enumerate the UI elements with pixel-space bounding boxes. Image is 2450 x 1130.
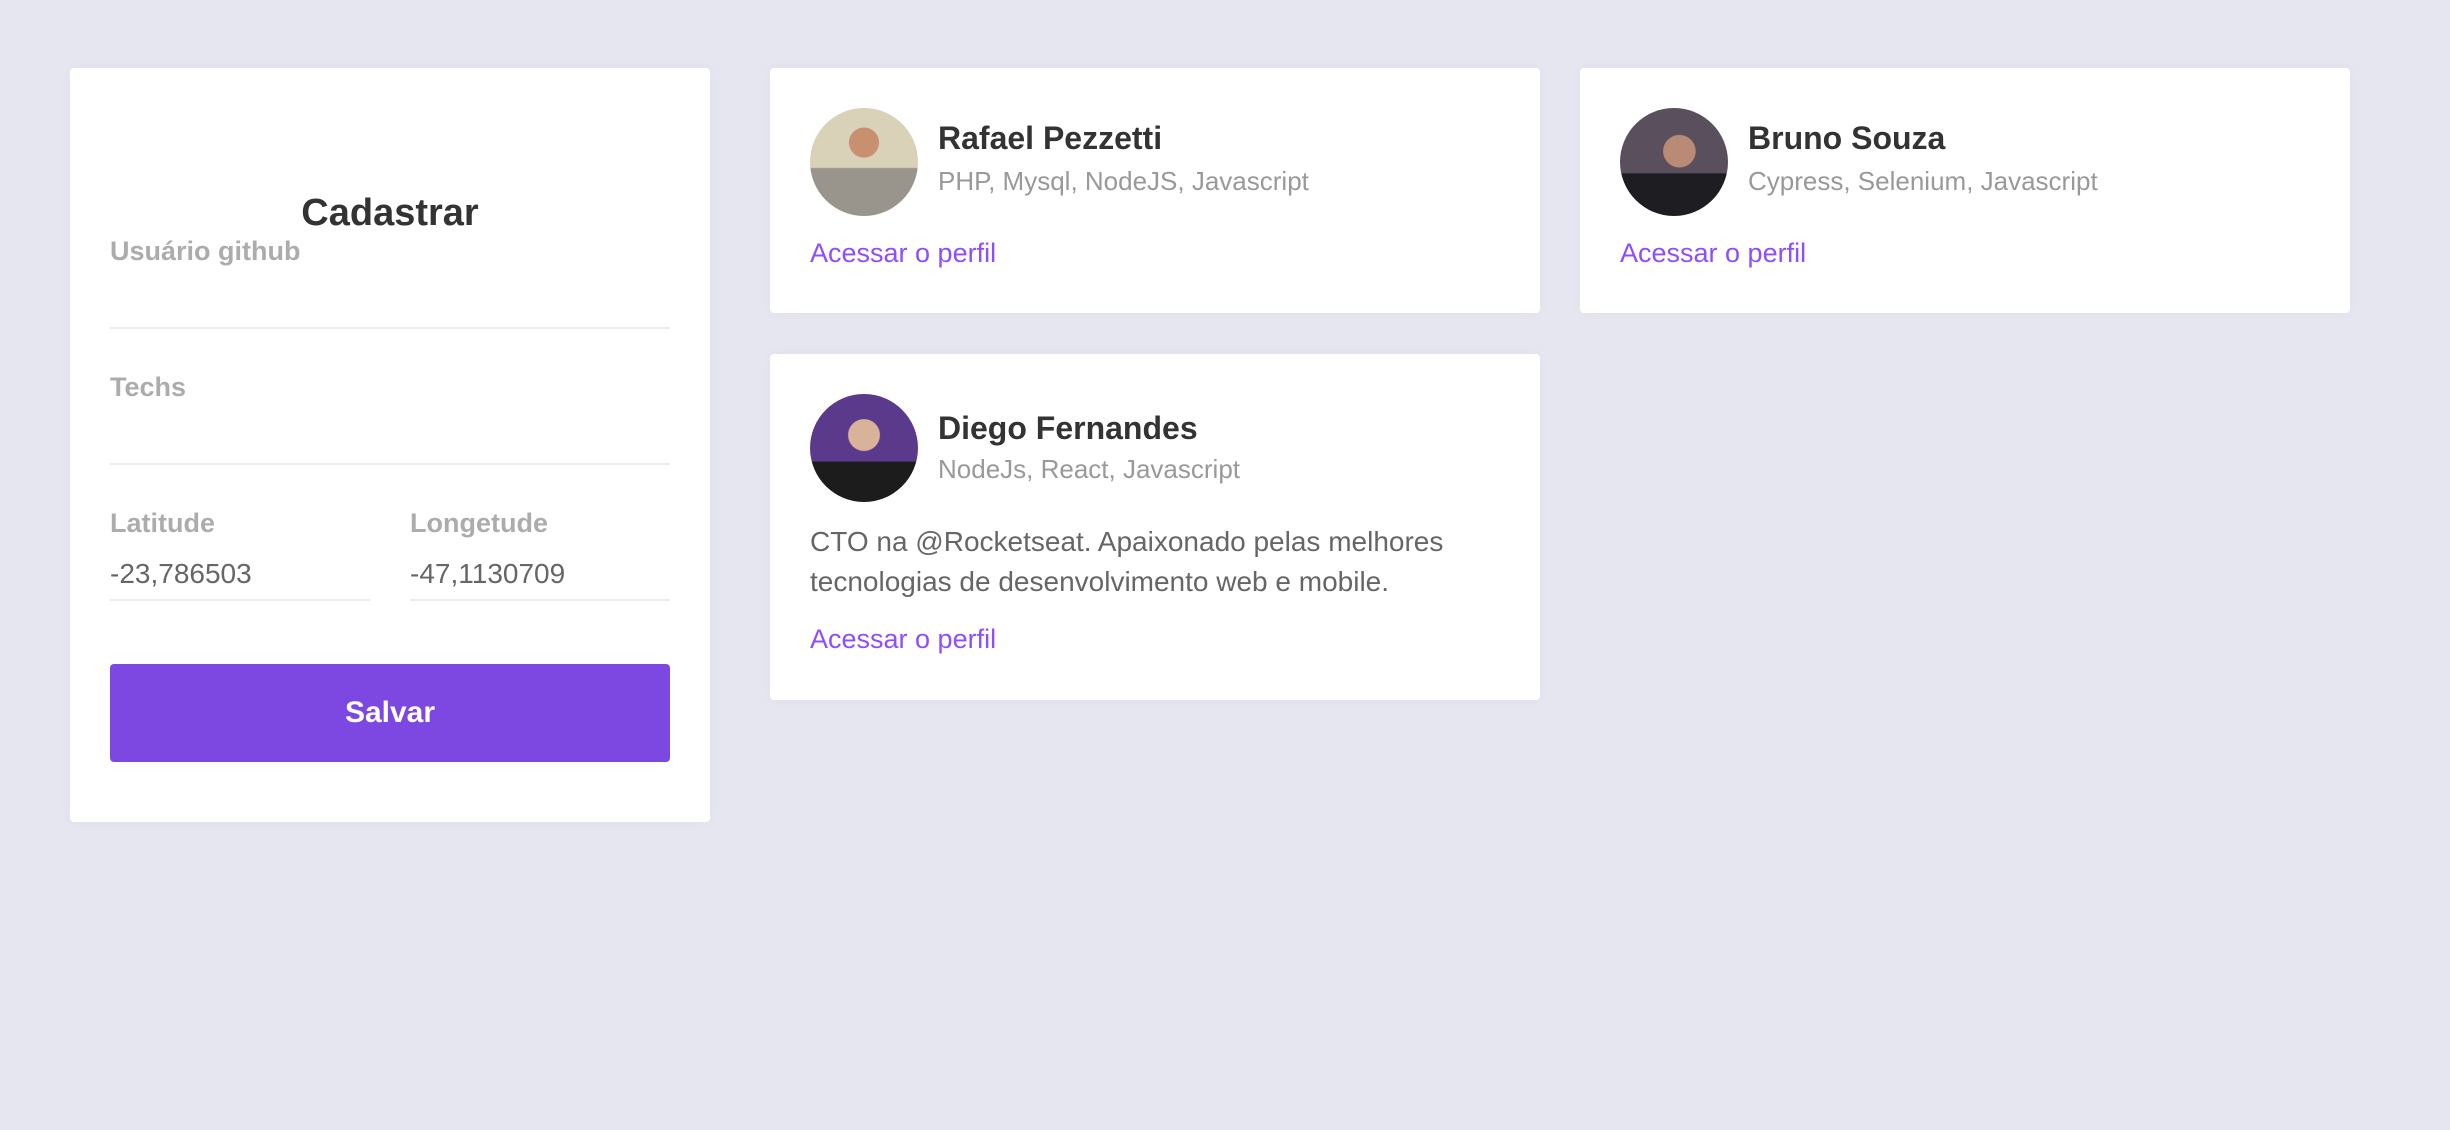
avatar: [810, 108, 918, 216]
profile-link[interactable]: Acessar o perfil: [1620, 238, 1806, 269]
latitude-input[interactable]: [110, 549, 370, 601]
longitude-field: Longetude: [410, 508, 670, 601]
github-user-label: Usuário github: [110, 236, 301, 266]
profile-link[interactable]: Acessar o perfil: [810, 238, 996, 269]
avatar: [810, 394, 918, 502]
dev-card: Rafael Pezzetti PHP, Mysql, NodeJS, Java…: [770, 68, 1540, 313]
profile-link[interactable]: Acessar o perfil: [810, 624, 996, 655]
latitude-field: Latitude: [110, 508, 370, 601]
dev-techs: Cypress, Selenium, Javascript: [1748, 166, 2098, 196]
dev-name: Bruno Souza: [1748, 120, 1946, 156]
dev-name: Diego Fernandes: [938, 410, 1198, 446]
techs-input[interactable]: [110, 413, 670, 465]
dev-techs: PHP, Mysql, NodeJS, Javascript: [938, 166, 1309, 196]
save-button[interactable]: Salvar: [110, 664, 670, 762]
dev-name: Rafael Pezzetti: [938, 120, 1163, 156]
latitude-label: Latitude: [110, 508, 215, 538]
longitude-input[interactable]: [410, 549, 670, 601]
github-user-field: Usuário github: [110, 236, 670, 329]
github-user-input[interactable]: [110, 277, 670, 329]
dev-techs: NodeJs, React, Javascript: [938, 454, 1241, 484]
techs-label: Techs: [110, 372, 187, 402]
dev-card: Bruno Souza Cypress, Selenium, Javascrip…: [1580, 68, 2350, 313]
avatar: [1620, 108, 1728, 216]
longitude-label: Longetude: [410, 508, 548, 538]
techs-field: Techs: [110, 372, 670, 465]
form-title: Cadastrar: [301, 192, 479, 234]
dev-card: Diego Fernandes NodeJs, React, Javascrip…: [770, 354, 1540, 700]
register-form: Cadastrar Usuário github Techs Latitude …: [70, 68, 710, 822]
dev-bio: CTO na @Rocketseat. Apaixonado pelas mel…: [810, 526, 1444, 597]
